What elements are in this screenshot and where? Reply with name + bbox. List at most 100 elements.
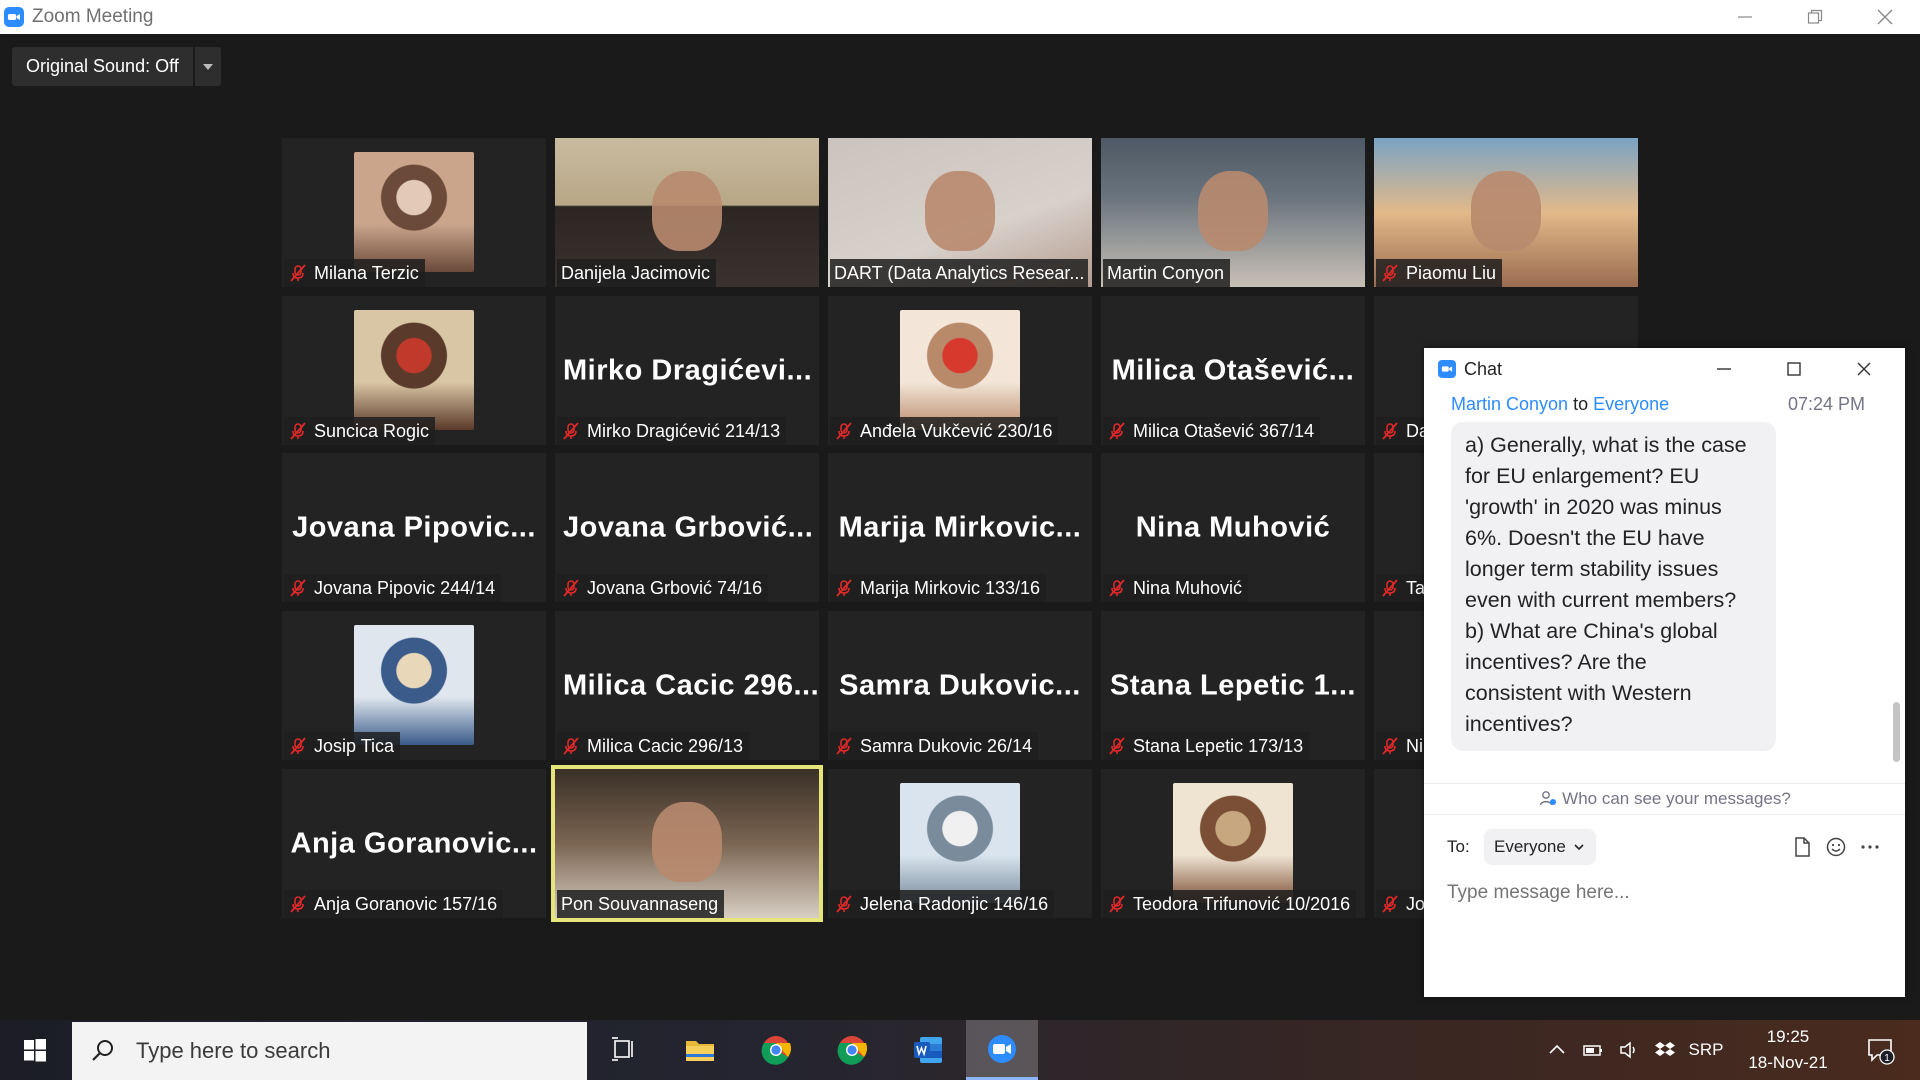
word-button[interactable]	[892, 1020, 964, 1080]
mic-muted-icon	[1382, 579, 1398, 597]
mic-muted-icon	[1382, 737, 1398, 755]
participant-tile[interactable]: Danijela Jacimovic	[555, 138, 819, 287]
notification-icon: 1	[1868, 1039, 1895, 1065]
participant-tile[interactable]: Marija Mirkovic... Marija Mirkovic 133/16	[828, 453, 1092, 602]
chat-title: Chat	[1464, 358, 1503, 379]
participant-tile[interactable]: Milana Terzic	[282, 138, 546, 287]
participant-photo	[1173, 783, 1293, 903]
chat-scrollbar-thumb[interactable]	[1893, 702, 1900, 762]
task-view-button[interactable]	[588, 1020, 660, 1080]
message-line: incentives?	[1465, 712, 1573, 736]
participant-tile[interactable]: Milica Cacic 296... Milica Cacic 296/13	[555, 611, 819, 760]
restore-button[interactable]	[1780, 0, 1850, 34]
participant-photo	[900, 310, 1020, 430]
participant-name: Ni	[1406, 735, 1423, 756]
participant-name-tag: Anđela Vukčević 230/16	[830, 417, 1059, 445]
show-hidden-icons-button[interactable]	[1540, 1020, 1574, 1080]
mic-muted-icon	[290, 579, 306, 597]
participant-display-name: Anja Goranovic...	[290, 827, 538, 859]
participant-tile[interactable]: Teodora Trifunović 10/2016	[1101, 769, 1365, 918]
dropbox-button[interactable]	[1648, 1020, 1682, 1080]
participant-tile[interactable]: Piaomu Liu	[1374, 138, 1638, 287]
participant-name: Milica Otašević 367/14	[1133, 420, 1315, 441]
more-options-icon[interactable]	[1858, 835, 1882, 859]
recipient-dropdown[interactable]: Everyone	[1484, 829, 1596, 865]
chevron-up-icon	[1549, 1044, 1565, 1054]
chat-close-button[interactable]	[1829, 348, 1899, 390]
restore-icon	[1807, 9, 1823, 24]
action-center-button[interactable]: 1	[1852, 1020, 1908, 1080]
file-icon[interactable]	[1790, 835, 1814, 859]
clock[interactable]: 19:25 18-Nov-21	[1728, 1024, 1848, 1076]
recipient-link[interactable]: Everyone	[1593, 394, 1669, 414]
windows-logo-icon	[24, 1039, 46, 1062]
participant-tile[interactable]: Stana Lepetic 1... Stana Lepetic 173/13	[1101, 611, 1365, 760]
participant-photo	[354, 625, 474, 745]
minimize-button[interactable]	[1710, 0, 1780, 34]
mic-muted-icon	[1382, 895, 1398, 913]
chrome-profile-button[interactable]	[816, 1020, 888, 1080]
participant-tile[interactable]: Anja Goranovic... Anja Goranovic 157/16	[282, 769, 546, 918]
participant-name: Milana Terzic	[314, 262, 419, 283]
participant-tile[interactable]: Jovana Pipovic... Jovana Pipovic 244/14	[282, 453, 546, 602]
participant-tile[interactable]: Anđela Vukčević 230/16	[828, 296, 1092, 445]
emoji-icon[interactable]	[1824, 835, 1848, 859]
participant-name: Piaomu Liu	[1406, 262, 1497, 283]
participant-name: Stana Lepetic 173/13	[1133, 735, 1304, 756]
participant-photo	[354, 152, 474, 272]
clock-date: 18-Nov-21	[1748, 1053, 1828, 1072]
taskbar-search-box[interactable]: Type here to search	[72, 1022, 587, 1080]
participant-silhouette	[652, 170, 722, 251]
participant-name: Jelena Radonjic 146/16	[860, 893, 1049, 914]
participant-silhouette	[1471, 170, 1541, 251]
participant-tile[interactable]: DART (Data Analytics Resear...	[828, 138, 1092, 287]
participant-tile[interactable]: Jovana Grbović... Jovana Grbović 74/16	[555, 453, 819, 602]
mic-muted-icon	[1382, 264, 1398, 282]
chat-minimize-button[interactable]	[1689, 348, 1759, 390]
message-bubble: a) Generally, what is the case for EU enl…	[1451, 422, 1776, 751]
participant-display-name: Marija Mirkovic...	[838, 511, 1082, 543]
who-can-see-text: Who can see your messages?	[1562, 788, 1791, 808]
chat-scrollbar[interactable]	[1891, 390, 1901, 772]
input-language-button[interactable]: SRP	[1684, 1020, 1728, 1080]
participant-name-tag: Ta	[1376, 574, 1432, 602]
chrome-button[interactable]	[740, 1020, 812, 1080]
volume-button[interactable]	[1612, 1020, 1646, 1080]
participant-name: Martin Conyon	[1107, 262, 1225, 283]
start-button[interactable]	[0, 1020, 70, 1080]
participant-display-name: Samra Dukovic...	[839, 669, 1081, 701]
chat-maximize-button[interactable]	[1759, 348, 1829, 390]
message-input[interactable]	[1447, 882, 1877, 904]
participant-silhouette	[1198, 170, 1268, 251]
participant-name-tag: Mirko Dragićević 214/13	[557, 417, 787, 445]
participant-tile[interactable]: Mirko Dragićevi... Mirko Dragićević 214/1…	[555, 296, 819, 445]
original-sound-dropdown[interactable]	[194, 47, 221, 86]
notification-count: 1	[1884, 1053, 1890, 1064]
participant-name-tag: Martin Conyon	[1103, 259, 1231, 287]
sender-link[interactable]: Martin Conyon	[1451, 394, 1568, 414]
participant-name: Pon Souvannaseng	[561, 893, 719, 914]
who-can-see-link[interactable]: Who can see your messages?	[1424, 783, 1905, 813]
windows-taskbar: Type here to search SRP 19:25 18-Nov-21 …	[0, 1020, 1920, 1080]
minimize-icon	[1738, 16, 1752, 18]
title-bar: Zoom Meeting	[0, 0, 1920, 34]
participant-name: Mirko Dragićević 214/13	[587, 420, 781, 441]
participant-tile[interactable]: Samra Dukovic... Samra Dukovic 26/14	[828, 611, 1092, 760]
participant-tile[interactable]: Pon Souvannaseng	[551, 765, 823, 922]
zoom-taskbar-button[interactable]	[966, 1020, 1038, 1080]
file-explorer-button[interactable]	[664, 1020, 736, 1080]
participant-display-name: Jovana Pipovic...	[292, 511, 536, 543]
participant-photo	[900, 783, 1020, 903]
battery-button[interactable]	[1576, 1020, 1610, 1080]
participant-tile[interactable]: Martin Conyon	[1101, 138, 1365, 287]
participant-tile[interactable]: Milica Otašević... Milica Otašević 367/14	[1101, 296, 1365, 445]
participant-name: Josip Tica	[314, 735, 395, 756]
close-button[interactable]	[1850, 0, 1920, 34]
participant-tile[interactable]: Jelena Radonjic 146/16	[828, 769, 1092, 918]
dropbox-icon	[1655, 1042, 1675, 1056]
participant-tile[interactable]: Suncica Rogic	[282, 296, 546, 445]
search-icon	[92, 1040, 113, 1061]
participant-tile[interactable]: Nina Muhović Nina Muhović	[1101, 453, 1365, 602]
participant-tile[interactable]: Josip Tica	[282, 611, 546, 760]
original-sound-button[interactable]: Original Sound: Off	[12, 47, 193, 86]
